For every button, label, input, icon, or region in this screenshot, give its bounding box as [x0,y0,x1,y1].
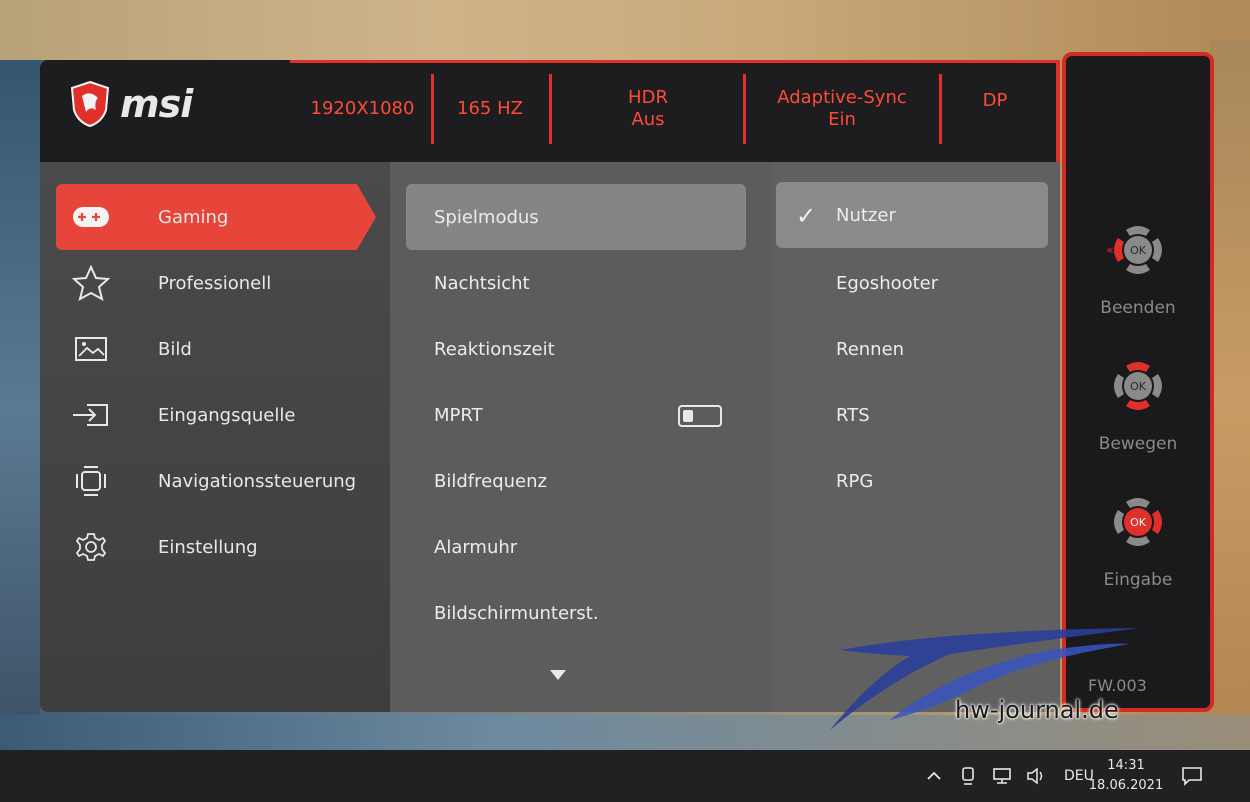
menu-item-bild[interactable]: Bild [56,316,376,382]
svg-text:OK: OK [1130,516,1147,529]
menu-label: Gaming [158,206,229,228]
hdr-value: Aus [631,109,665,130]
star-icon [56,265,126,301]
refresh-rate-value: 165 HZ [457,98,523,119]
nav-hint-label: Beenden [1100,298,1176,318]
hdr-status: HDR Aus [553,76,743,142]
menu-label: Eingangsquelle [158,404,296,426]
menu-label: Bild [158,338,192,360]
osd-header: msi 1920X1080 165 HZ HDR Aus Adaptive-Sy… [40,60,1060,162]
menu-item-professionell[interactable]: Professionell [56,250,376,316]
header-accent-edge [1056,60,1060,162]
submenu-item-bildfrequenz[interactable]: Bildfrequenz [406,448,746,514]
option-label: Egoshooter [836,272,939,294]
dragon-shield-icon [70,80,110,128]
mprt-toggle[interactable] [678,405,722,427]
gamepad-icon [56,204,126,230]
nav-hint-bewegen: OK Bewegen [1066,346,1210,466]
osd-menu: msi 1920X1080 165 HZ HDR Aus Adaptive-Sy… [40,60,1060,712]
background-photo-top [0,0,1250,60]
submenu-label: Nachtsicht [434,272,530,294]
submenu: Spielmodus Nachtsicht Reaktionszeit MPRT… [390,162,772,712]
msi-logo: msi [70,80,193,128]
chevron-up-icon[interactable] [920,762,948,790]
refresh-rate-status: 165 HZ [435,76,545,142]
input-source-icon [56,402,126,428]
watermark-text: hw-journal.de [955,696,1119,724]
navigation-icon [56,464,126,498]
header-separator [939,74,942,144]
dpad-ok-icon: OK [1114,498,1162,546]
submenu-item-reaktionszeit[interactable]: Reaktionszeit [406,316,746,382]
resolution-status: 1920X1080 [295,76,430,142]
system-tray: DEU [920,750,1094,802]
adaptive-sync-value: Ein [828,109,856,130]
option-label: RPG [836,470,874,492]
menu-item-navigationssteuerung[interactable]: Navigationssteuerung [56,448,376,514]
submenu-label: Bildschirmunterst. [434,602,599,624]
submenu-label: MPRT [434,404,483,426]
logo-text: msi [120,82,193,126]
nav-hint-label: Eingabe [1103,570,1173,590]
submenu-item-spielmodus[interactable]: Spielmodus [406,184,746,250]
menu-item-gaming[interactable]: Gaming [56,184,376,250]
option-nutzer[interactable]: ✓ Nutzer [776,182,1048,248]
option-label: Rennen [836,338,905,360]
scroll-down-arrow-icon[interactable] [550,670,566,680]
toggle-knob [683,410,693,422]
option-rts[interactable]: RTS [776,382,1048,448]
svg-text:OK: OK [1130,244,1147,257]
option-label: Nutzer [836,204,896,226]
submenu-label: Spielmodus [434,206,539,228]
svg-text:«: « [1106,243,1113,257]
menu-item-eingangsquelle[interactable]: Eingangsquelle [56,382,376,448]
header-separator [743,74,746,144]
notification-icon[interactable] [1178,762,1206,790]
checkmark-icon: ✓ [796,202,817,230]
menu-label: Einstellung [158,536,258,558]
input-port-value: DP [982,90,1008,111]
nav-hint-beenden: OK « Beenden [1066,210,1210,330]
dpad-left-icon: OK « [1106,226,1162,274]
menu-label: Navigationssteuerung [158,470,357,492]
submenu-label: Bildfrequenz [434,470,547,492]
submenu-item-nachtsicht[interactable]: Nachtsicht [406,250,746,316]
adaptive-sync-status: Adaptive-Sync Ein [747,76,937,142]
image-icon [56,336,126,362]
background-photo-right [1210,40,1250,760]
svg-text:OK: OK [1130,380,1147,393]
submenu-item-bildschirmunterst[interactable]: Bildschirmunterst. [406,580,746,646]
submenu-label: Reaktionszeit [434,338,555,360]
taskbar-clock[interactable]: 14:31 18.06.2021 [1086,756,1166,796]
submenu-item-alarmuhr[interactable]: Alarmuhr [406,514,746,580]
option-rennen[interactable]: Rennen [776,316,1048,382]
webcam-icon[interactable] [954,762,982,790]
network-icon[interactable] [988,762,1016,790]
adaptive-sync-label: Adaptive-Sync [777,87,907,108]
dpad-updown-icon: OK [1114,362,1162,410]
option-egoshooter[interactable]: Egoshooter [776,250,1048,316]
header-accent-line [290,60,1060,63]
speaker-icon[interactable] [1022,762,1050,790]
nav-hint-eingabe: OK Eingabe [1066,482,1210,602]
navigation-hint-panel: OK « Beenden OK Bewegen OK Eingabe FW.00… [1062,52,1214,712]
input-port-status: DP [945,76,1045,142]
option-rpg[interactable]: RPG [776,448,1048,514]
windows-taskbar: DEU 14:31 18.06.2021 [0,750,1250,802]
hdr-label: HDR [628,87,668,108]
main-menu: Gaming Professionell Bild Eingangsquelle… [40,162,390,712]
background-photo-left [0,60,40,760]
nav-hint-label: Bewegen [1098,434,1178,454]
menu-label: Professionell [158,272,272,294]
menu-item-einstellung[interactable]: Einstellung [56,514,376,580]
gear-icon [56,531,126,563]
header-separator [431,74,434,144]
resolution-value: 1920X1080 [310,98,415,119]
header-separator [549,74,552,144]
clock-date: 18.06.2021 [1088,778,1164,793]
submenu-item-mprt[interactable]: MPRT [406,382,746,448]
option-label: RTS [836,404,870,426]
submenu-label: Alarmuhr [434,536,518,558]
clock-time: 14:31 [1107,758,1145,773]
